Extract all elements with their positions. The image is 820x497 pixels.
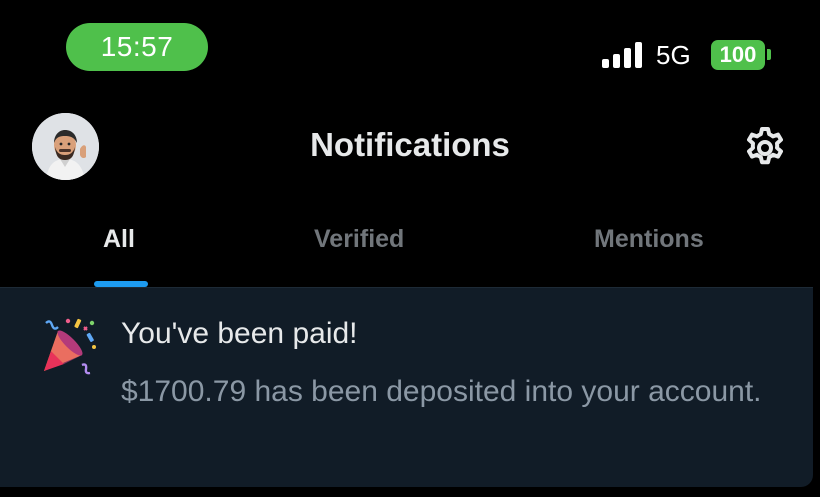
page-title: Notifications — [310, 126, 510, 163]
battery-level: 100 — [719, 42, 757, 67]
status-time: 15:57 — [66, 23, 208, 71]
status-bar: 15:57 5G 100 — [0, 0, 820, 90]
notification-title: You've been paid! — [121, 317, 358, 350]
notification-card[interactable]: You've been paid! $1700.79 has been depo… — [0, 287, 813, 487]
battery-tip — [767, 49, 771, 60]
tab-bar: All Verified Mentions — [0, 215, 820, 289]
battery-icon: 100 — [711, 40, 765, 70]
notification-body: $1700.79 has been deposited into your ac… — [121, 375, 762, 408]
gear-icon — [747, 127, 783, 165]
settings-button[interactable] — [741, 124, 789, 172]
party-popper-icon — [44, 318, 96, 375]
signal-icon — [602, 42, 644, 68]
tab-mentions[interactable]: Mentions — [594, 225, 704, 254]
network-type: 5G — [656, 40, 691, 70]
tab-all[interactable]: All — [103, 225, 135, 254]
tab-verified[interactable]: Verified — [314, 225, 404, 254]
